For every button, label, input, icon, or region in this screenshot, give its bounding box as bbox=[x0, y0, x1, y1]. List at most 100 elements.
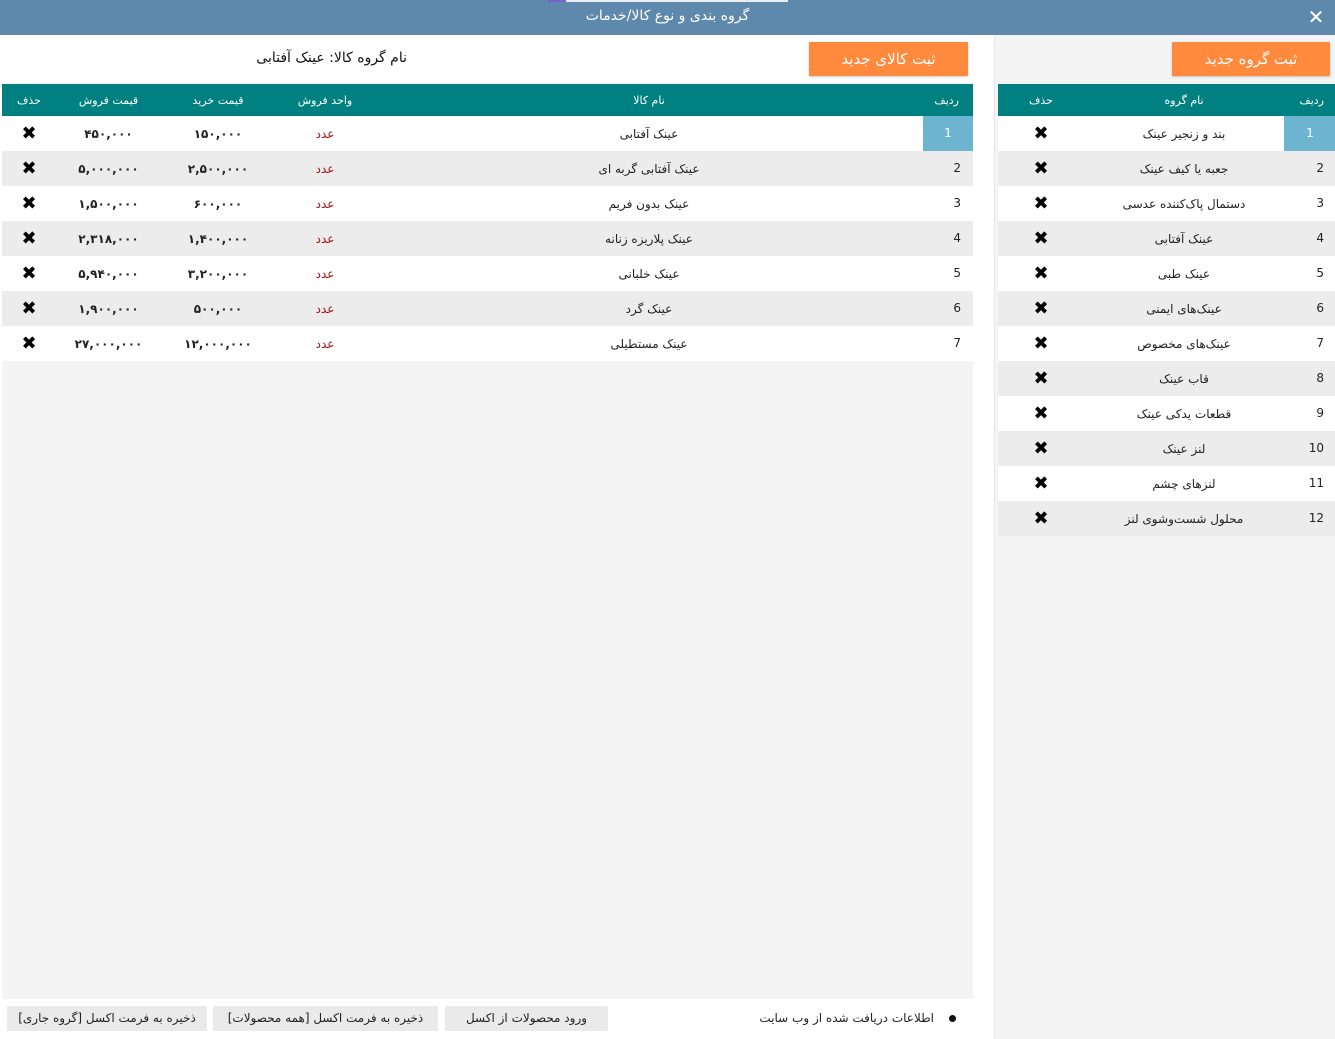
product-row-number: 1 bbox=[923, 116, 973, 151]
product-row-buy-price: ۲,۵۰۰,۰۰۰ bbox=[187, 161, 249, 176]
products-table-body: 1 عینک آفتابی عدد ۱۵۰,۰۰۰ ۴۵۰,۰۰۰ ✖ 2 عینک آفتا… bbox=[2, 116, 973, 361]
groups-panel: ثبت گروه جدید ردیف نام گروه حذف 1 بند و ز… bbox=[994, 35, 1335, 1039]
product-row-name[interactable]: عینک بدون فریم bbox=[375, 197, 923, 211]
delete-icon[interactable]: ✖ bbox=[21, 335, 36, 353]
col-header-delete: حذف bbox=[1029, 93, 1053, 107]
delete-icon[interactable]: ✖ bbox=[1033, 510, 1048, 528]
delete-icon[interactable]: ✖ bbox=[21, 195, 36, 213]
group-row-name[interactable]: عینک‌های ایمنی bbox=[1084, 302, 1284, 316]
group-row-name[interactable]: لنز عینک bbox=[1084, 442, 1284, 456]
group-row[interactable]: 12 محلول شست‌وشوی لنز ✖ bbox=[998, 501, 1335, 536]
product-row-unit: عدد bbox=[315, 231, 335, 246]
product-row-name[interactable]: عینک آفتابی گربه ای bbox=[375, 162, 923, 176]
group-row-delete: ✖ bbox=[998, 300, 1084, 318]
group-row-delete: ✖ bbox=[998, 510, 1084, 528]
group-row-name[interactable]: جعبه یا کیف عینک bbox=[1084, 162, 1284, 176]
group-row-name[interactable]: لنزهای چشم bbox=[1084, 477, 1284, 491]
products-table: ردیف نام کالا واحد فروش قیمت خرید قیمت ف… bbox=[2, 84, 973, 361]
product-row-name[interactable]: عینک مستطیلی bbox=[375, 337, 923, 351]
bullet-icon bbox=[949, 1015, 956, 1022]
export-all-excel-button[interactable]: ذخیره به فرمت اکسل [همه محصولات] bbox=[213, 1006, 438, 1031]
delete-icon[interactable]: ✖ bbox=[21, 300, 36, 318]
group-row[interactable]: 3 دستمال پاک‌کننده عدسی ✖ bbox=[998, 186, 1335, 221]
group-row[interactable]: 2 جعبه یا کیف عینک ✖ bbox=[998, 151, 1335, 186]
delete-icon[interactable]: ✖ bbox=[1033, 475, 1048, 493]
current-group-label: نام گروه کالا: عینک آفتابی bbox=[256, 50, 407, 66]
group-row[interactable]: 10 لنز عینک ✖ bbox=[998, 431, 1335, 466]
delete-icon[interactable]: ✖ bbox=[1033, 195, 1048, 213]
delete-icon[interactable]: ✖ bbox=[1033, 440, 1048, 458]
product-row[interactable]: 1 عینک آفتابی عدد ۱۵۰,۰۰۰ ۴۵۰,۰۰۰ ✖ bbox=[2, 116, 973, 151]
group-row[interactable]: 6 عینک‌های ایمنی ✖ bbox=[998, 291, 1335, 326]
product-row-buy-price: ۱۵۰,۰۰۰ bbox=[193, 126, 243, 141]
col-header-sell-price: قیمت فروش bbox=[78, 93, 139, 107]
close-icon[interactable]: ✕ bbox=[1303, 4, 1329, 30]
product-row[interactable]: 2 عینک آفتابی گربه ای عدد ۲,۵۰۰,۰۰۰ ۵,۰۰۰,۰۰… bbox=[2, 151, 973, 186]
title-bar: گروه بندی و نوع کالا/خدمات ✕ bbox=[0, 0, 1335, 35]
group-row-name[interactable]: محلول شست‌وشوی لنز bbox=[1084, 512, 1284, 526]
product-row-name[interactable]: عینک خلبانی bbox=[375, 267, 923, 281]
col-header-row: ردیف bbox=[934, 93, 959, 107]
export-current-excel-button[interactable]: ذخیره به فرمت اکسل [گروه جاری] bbox=[7, 1006, 207, 1031]
group-row-number: 9 bbox=[1316, 406, 1324, 420]
product-row[interactable]: 6 عینک گرد عدد ۵۰۰,۰۰۰ ۱,۹۰۰,۰۰۰ ✖ bbox=[2, 291, 973, 326]
group-row-number: 12 bbox=[1308, 511, 1324, 525]
product-row[interactable]: 5 عینک خلبانی عدد ۳,۲۰۰,۰۰۰ ۵,۹۴۰,۰۰۰ ✖ bbox=[2, 256, 973, 291]
product-row-delete: ✖ bbox=[2, 300, 56, 318]
delete-icon[interactable]: ✖ bbox=[1033, 230, 1048, 248]
group-row-delete: ✖ bbox=[998, 370, 1084, 388]
group-row[interactable]: 8 قاب عینک ✖ bbox=[998, 361, 1335, 396]
group-row-name[interactable]: عینک‌های مخصوص bbox=[1084, 337, 1284, 351]
title-accent bbox=[548, 0, 788, 2]
product-row-sell-price: ۲۷,۰۰۰,۰۰۰ bbox=[74, 336, 143, 351]
group-row-delete: ✖ bbox=[998, 230, 1084, 248]
product-row-sell-price: ۵,۹۴۰,۰۰۰ bbox=[78, 266, 139, 281]
group-name-bar: نام گروه کالا: عینک آفتابی bbox=[0, 35, 415, 82]
delete-icon[interactable]: ✖ bbox=[1033, 335, 1048, 353]
product-row[interactable]: 7 عینک مستطیلی عدد ۱۲,۰۰۰,۰۰۰ ۲۷,۰۰۰,۰۰۰ ✖ bbox=[2, 326, 973, 361]
delete-icon[interactable]: ✖ bbox=[1033, 370, 1048, 388]
group-row-name[interactable]: قاب عینک bbox=[1084, 372, 1284, 386]
group-row[interactable]: 4 عینک آفتابی ✖ bbox=[998, 221, 1335, 256]
delete-icon[interactable]: ✖ bbox=[1033, 265, 1048, 283]
group-row-number: 1 bbox=[1284, 116, 1335, 151]
product-row-buy-price: ۶۰۰,۰۰۰ bbox=[193, 196, 243, 211]
delete-icon[interactable]: ✖ bbox=[1033, 300, 1048, 318]
delete-icon[interactable]: ✖ bbox=[1033, 160, 1048, 178]
col-header-group-name: نام گروه bbox=[1164, 93, 1204, 107]
groups-table-body: 1 بند و زنجیر عینک ✖ 2 جعبه یا کیف عینک ✖ 3 دست… bbox=[998, 116, 1335, 536]
product-row-name[interactable]: عینک گرد bbox=[375, 302, 923, 316]
product-row-delete: ✖ bbox=[2, 335, 56, 353]
group-row[interactable]: 1 بند و زنجیر عینک ✖ bbox=[998, 116, 1335, 151]
product-row-name[interactable]: عینک آفتابی bbox=[375, 127, 923, 141]
product-row-delete: ✖ bbox=[2, 265, 56, 283]
group-row-number: 7 bbox=[1316, 336, 1324, 350]
product-row-number: 6 bbox=[953, 301, 961, 315]
col-header-product-name: نام کالا bbox=[633, 93, 665, 107]
import-excel-button[interactable]: ورود محصولات از اکسل bbox=[445, 1006, 608, 1031]
new-group-button[interactable]: ثبت گروه جدید bbox=[1172, 42, 1330, 76]
group-row[interactable]: 5 عینک طبی ✖ bbox=[998, 256, 1335, 291]
group-row[interactable]: 11 لنزهای چشم ✖ bbox=[998, 466, 1335, 501]
delete-icon[interactable]: ✖ bbox=[21, 230, 36, 248]
delete-icon[interactable]: ✖ bbox=[1033, 125, 1048, 143]
delete-icon[interactable]: ✖ bbox=[21, 160, 36, 178]
group-row-number: 10 bbox=[1308, 441, 1324, 455]
delete-icon[interactable]: ✖ bbox=[1033, 405, 1048, 423]
group-row-name[interactable]: عینک آفتابی bbox=[1084, 232, 1284, 246]
group-row-name[interactable]: قطعات یدکی عینک bbox=[1084, 407, 1284, 421]
delete-icon[interactable]: ✖ bbox=[21, 265, 36, 283]
group-row-name[interactable]: دستمال پاک‌کننده عدسی bbox=[1084, 197, 1284, 211]
product-row-number: 2 bbox=[953, 161, 961, 175]
product-row[interactable]: 3 عینک بدون فریم عدد ۶۰۰,۰۰۰ ۱,۵۰۰,۰۰۰ ✖ bbox=[2, 186, 973, 221]
product-row[interactable]: 4 عینک پلاریزه زنانه عدد ۱,۴۰۰,۰۰۰ ۲,۳۱۸,۰۰۰… bbox=[2, 221, 973, 256]
new-product-button[interactable]: ثبت کالای جدید bbox=[809, 42, 968, 76]
product-row-name[interactable]: عینک پلاریزه زنانه bbox=[375, 232, 923, 246]
group-row[interactable]: 7 عینک‌های مخصوص ✖ bbox=[998, 326, 1335, 361]
group-row-name[interactable]: بند و زنجیر عینک bbox=[1084, 127, 1284, 141]
group-row[interactable]: 9 قطعات یدکی عینک ✖ bbox=[998, 396, 1335, 431]
group-row-delete: ✖ bbox=[998, 405, 1084, 423]
delete-icon[interactable]: ✖ bbox=[21, 125, 36, 143]
product-row-unit: عدد bbox=[315, 336, 335, 351]
group-row-name[interactable]: عینک طبی bbox=[1084, 267, 1284, 281]
